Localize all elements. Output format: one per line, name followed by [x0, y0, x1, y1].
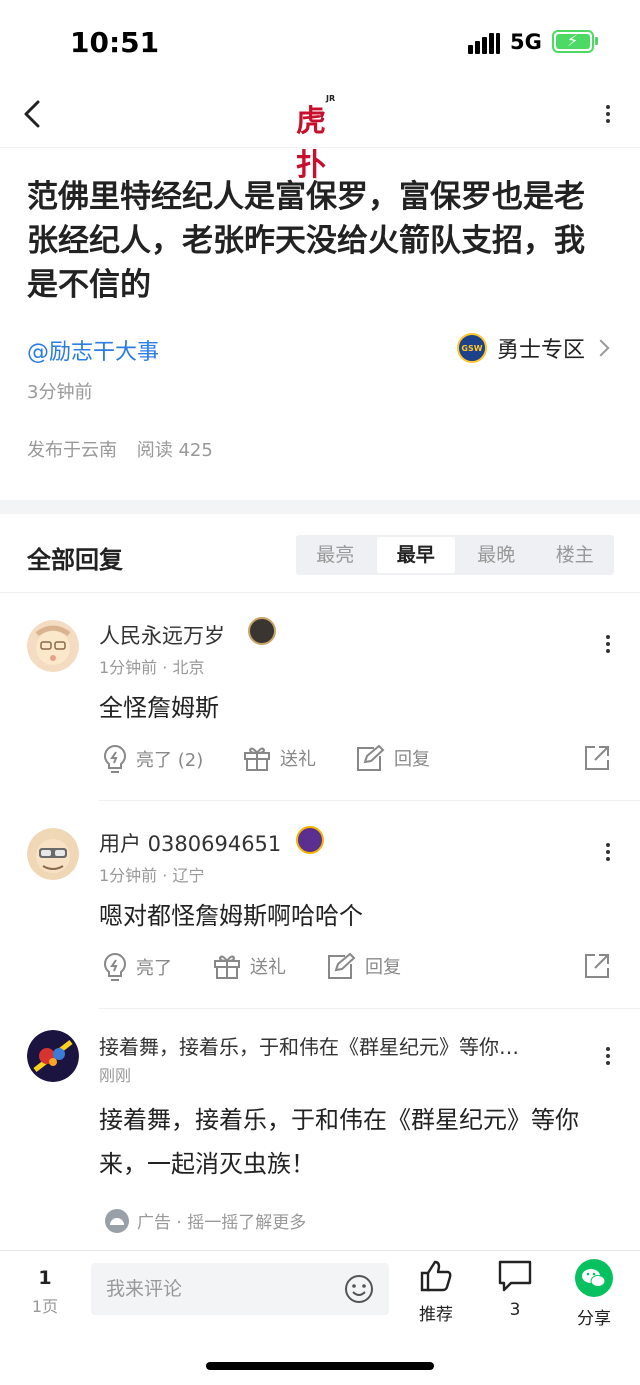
sort-tabs: 最亮 最早 最晚 楼主	[296, 535, 614, 575]
edit-icon	[328, 952, 356, 979]
comment-more-icon[interactable]	[598, 632, 618, 662]
comment-meta: 1分钟前 · 北京	[99, 658, 205, 677]
gift-icon	[214, 955, 240, 979]
like-button[interactable]: 亮了	[102, 952, 172, 982]
avatar[interactable]	[27, 620, 79, 672]
edit-icon	[357, 744, 385, 771]
tab-earliest[interactable]: 最早	[376, 537, 455, 573]
page-indicator[interactable]: 1 1页	[30, 1267, 60, 1317]
user-badge-icon	[296, 826, 324, 854]
lightbulb-icon	[104, 744, 126, 773]
comment-text: 全怪詹姆斯	[99, 694, 219, 722]
comment-input[interactable]	[91, 1263, 331, 1315]
post-read-count: 阅读 425	[136, 440, 213, 461]
wechat-icon	[575, 1259, 613, 1297]
ad-footer[interactable]: 广告 · 摇一摇了解更多	[105, 1208, 306, 1233]
comment-meta: 1分钟前 · 辽宁	[99, 866, 205, 885]
comment-bubble-icon	[498, 1260, 532, 1292]
ad-more-icon[interactable]	[598, 1044, 618, 1074]
post-time: 3分钟前	[27, 382, 93, 403]
status-bar: 10:51 5G ⚡	[0, 0, 640, 84]
more-options-icon[interactable]	[598, 102, 618, 132]
back-button[interactable]	[18, 96, 50, 132]
post-author[interactable]: @励志干大事	[27, 334, 159, 366]
chevron-left-icon	[24, 100, 40, 128]
comment-more-icon[interactable]	[598, 840, 618, 870]
gift-icon	[244, 747, 270, 771]
recommend-button[interactable]: 推荐	[406, 1259, 466, 1325]
gift-button[interactable]: 送礼	[212, 952, 286, 980]
comment-actions: 亮了 (2) 送礼 回复	[99, 744, 619, 778]
nav-bar: 虎扑 JR	[0, 84, 640, 183]
avatar[interactable]	[27, 828, 79, 880]
zone-link[interactable]: GSW 勇士专区	[457, 332, 610, 364]
reply-button[interactable]: 回复	[325, 952, 401, 980]
share-external-icon[interactable]	[583, 952, 611, 984]
hupu-logo: 虎扑 JR	[296, 94, 336, 183]
tab-brightest[interactable]: 最亮	[296, 535, 375, 575]
post-meta: 发布于云南 阅读 425	[27, 436, 213, 462]
comments-button[interactable]: 3	[485, 1259, 545, 1320]
signal-icon	[468, 32, 500, 54]
reply-button[interactable]: 回复	[354, 744, 430, 772]
warriors-badge-icon: GSW	[457, 333, 487, 363]
tab-latest[interactable]: 最晚	[457, 535, 536, 575]
battery-icon: ⚡	[552, 30, 594, 53]
comment-input-box[interactable]	[91, 1263, 389, 1315]
replies-title: 全部回复	[27, 546, 123, 574]
ad-text[interactable]: 接着舞，接着乐，于和伟在《群星纪元》等你来，一起消灭虫族！	[99, 1098, 609, 1186]
network-type: 5G	[510, 30, 542, 54]
thumbs-up-icon	[420, 1260, 452, 1292]
lightbulb-icon	[104, 952, 126, 981]
chevron-right-icon	[592, 339, 610, 357]
comment-actions: 亮了 送礼 回复	[99, 952, 619, 986]
user-badge-icon	[248, 617, 276, 645]
comment-author[interactable]: 用户 0380694651	[99, 828, 281, 858]
home-indicator	[206, 1362, 434, 1370]
emoji-icon[interactable]	[343, 1273, 375, 1305]
status-time: 10:51	[70, 26, 160, 59]
ad-meta: 刚刚	[99, 1066, 132, 1085]
share-external-icon[interactable]	[583, 744, 611, 776]
share-button[interactable]: 分享	[564, 1259, 624, 1329]
like-button[interactable]: 亮了 (2)	[102, 744, 203, 774]
tab-op-only[interactable]: 楼主	[536, 535, 615, 575]
post-title: 范佛里特经纪人是富保罗，富保罗也是老张经纪人，老张昨天没给火箭队支招，我是不信的	[27, 179, 585, 303]
ad-avatar[interactable]	[27, 1030, 79, 1082]
gift-button[interactable]: 送礼	[242, 744, 316, 772]
shake-icon	[105, 1208, 129, 1233]
post-location: 发布于云南	[27, 440, 117, 461]
zone-label: 勇士专区	[497, 338, 586, 363]
comment-author[interactable]: 人民永远万岁	[99, 620, 225, 650]
comment-text: 嗯对都怪詹姆斯啊哈哈个	[99, 902, 363, 930]
ad-title[interactable]: 接着舞，接着乐，于和伟在《群星纪元》等你…	[99, 1031, 519, 1060]
section-divider	[0, 500, 640, 514]
